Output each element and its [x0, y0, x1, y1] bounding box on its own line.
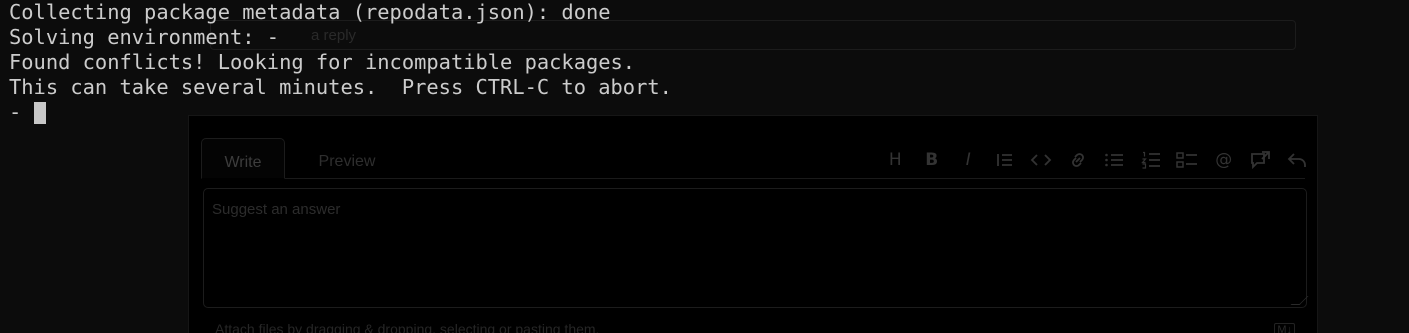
- mention-icon: @: [1215, 150, 1233, 170]
- terminal-line: Solving environment: -: [9, 25, 280, 49]
- heading-icon: H: [888, 150, 902, 170]
- undo-icon: [1279, 148, 1316, 172]
- terminal-prompt-line[interactable]: -: [9, 100, 1399, 125]
- markdown-icon: M↓: [1274, 323, 1295, 333]
- attach-hint: Attach files by dragging & dropping, sel…: [215, 321, 600, 333]
- terminal-output[interactable]: Collecting package metadata (repodata.js…: [9, 0, 1399, 125]
- tab-write: Write: [201, 138, 285, 179]
- terminal-line: Collecting package metadata (repodata.js…: [9, 0, 611, 24]
- textarea-placeholder: Suggest an answer: [212, 201, 341, 218]
- bold-icon: B: [925, 150, 939, 170]
- answer-editor: Write Preview H B I @ Suggest an answer …: [188, 115, 1318, 333]
- terminal-line: Found conflicts! Looking for incompatibl…: [9, 50, 636, 74]
- answer-textarea: Suggest an answer: [203, 188, 1309, 308]
- resize-grip-icon: [1290, 296, 1309, 305]
- terminal-line: This can take several minutes. Press CTR…: [9, 75, 672, 99]
- bulleted-list-icon: [1096, 148, 1133, 172]
- text-cursor: [34, 101, 47, 124]
- tab-preview: Preview: [318, 153, 376, 170]
- italic-icon: I: [965, 150, 971, 170]
- task-list-icon: [1169, 148, 1206, 172]
- spinner: -: [9, 100, 22, 124]
- numbered-list-icon: [1133, 148, 1170, 172]
- editor-toolbar: H B I @: [877, 148, 1315, 172]
- code-icon: [1023, 148, 1060, 172]
- reference-icon: [1242, 148, 1279, 172]
- quote-icon: [987, 148, 1024, 172]
- link-icon: [1060, 148, 1097, 172]
- editor-tabbar: Write Preview H B I @: [201, 126, 1306, 179]
